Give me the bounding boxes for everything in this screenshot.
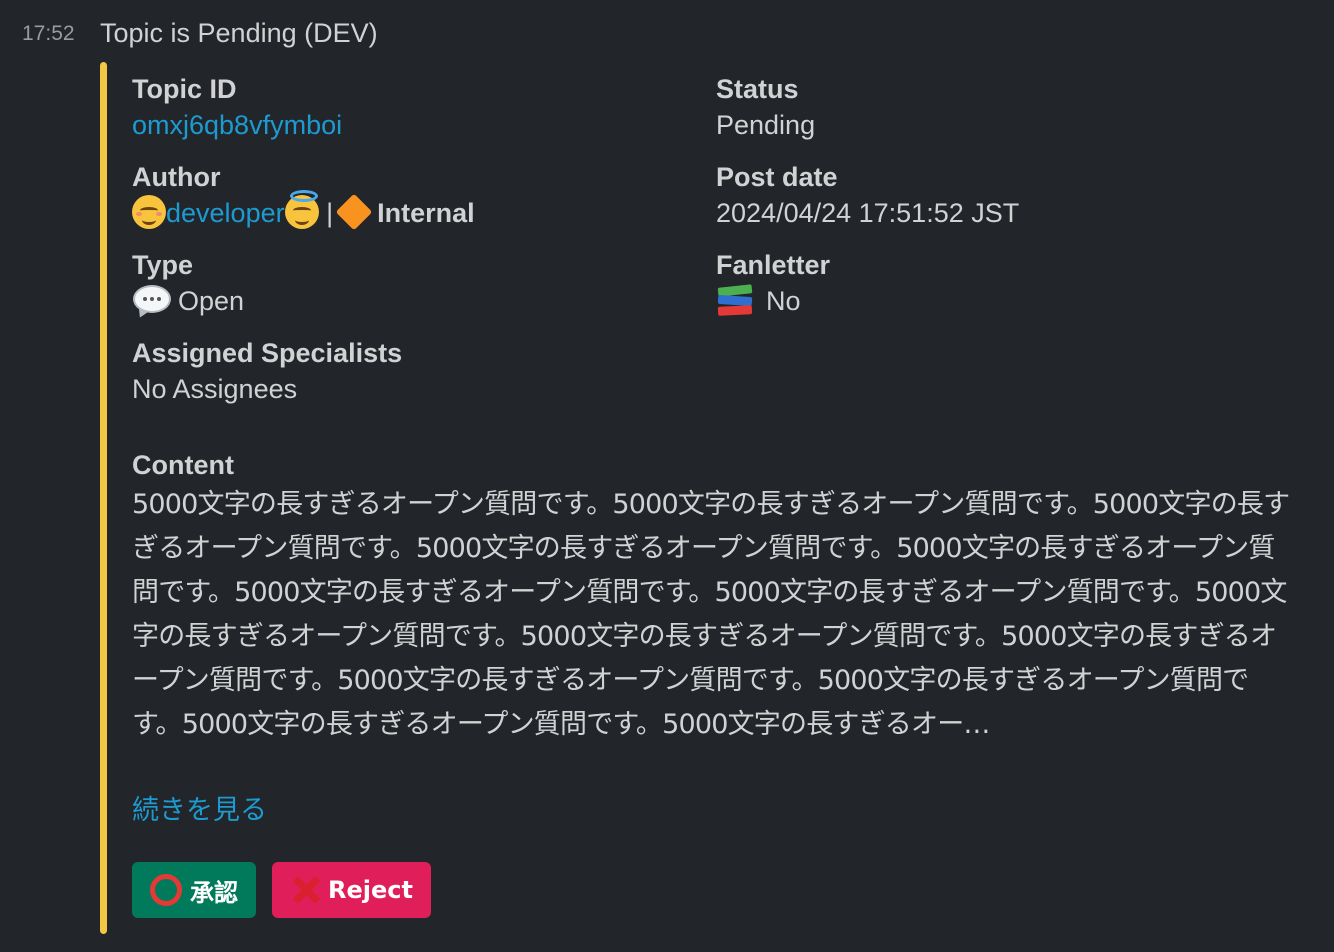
cross-mark-icon: [290, 874, 322, 906]
hollow-red-circle-icon: [150, 874, 182, 906]
field-assigned-specialists: Assigned Specialists No Assignees: [132, 335, 402, 407]
relieved-face-icon: [132, 195, 166, 229]
type-value: Open: [132, 283, 245, 321]
orange-diamond-icon: [335, 193, 373, 231]
reject-button[interactable]: Reject: [272, 862, 431, 918]
see-more-link[interactable]: 続きを見る: [132, 791, 1297, 831]
field-label: Post date: [716, 162, 838, 192]
reject-label: Reject: [328, 876, 413, 904]
fanletter-text: No: [766, 286, 801, 316]
author-link[interactable]: developer: [166, 198, 285, 228]
status-value: Pending: [716, 110, 816, 140]
halo-face-icon: [284, 190, 319, 229]
field-topic-id: Topic ID omxj6qb8vfymboi: [132, 71, 342, 143]
topic-id-link[interactable]: omxj6qb8vfymboi: [132, 107, 342, 143]
field-label: Assigned Specialists: [132, 338, 403, 368]
books-icon: [716, 284, 754, 318]
author-separator: |: [326, 198, 334, 228]
field-label: Fanletter: [716, 250, 831, 280]
field-status: Status Pending: [716, 71, 815, 143]
assigned-value: No Assignees: [132, 374, 298, 404]
field-label: Type: [132, 250, 194, 280]
author-tag: Internal: [377, 198, 475, 228]
content-label: Content: [132, 450, 234, 480]
approve-label: 承認: [190, 878, 238, 907]
content-text: 5000文字の長すぎるオープン質問です。5000文字の長すぎるオープン質問です。…: [132, 489, 1290, 740]
field-label: Status: [716, 74, 799, 104]
type-text: Open: [178, 286, 245, 316]
fanletter-value: No: [716, 283, 830, 319]
content-block: Content 5000文字の長すぎるオープン質問です。5000文字の長すぎるオ…: [132, 447, 1297, 831]
attachment-accent-bar: [100, 62, 107, 934]
message: 17:52 Topic is Pending (DEV) Topic ID om…: [0, 0, 1334, 952]
author-value: developer | Internal: [132, 190, 475, 231]
field-post-date: Post date 2024/04/24 17:51:52 JST: [716, 159, 1019, 231]
action-buttons: 承認 Reject: [132, 862, 431, 918]
field-author: Author developer | Internal: [132, 159, 475, 231]
field-fanletter: Fanletter No: [716, 247, 830, 319]
approve-button[interactable]: 承認: [132, 862, 256, 918]
message-title: Topic is Pending (DEV): [100, 18, 378, 48]
post-date-value: 2024/04/24 17:51:52 JST: [716, 198, 1020, 228]
message-timestamp[interactable]: 17:52: [22, 22, 75, 46]
speech-balloon-icon: [132, 284, 172, 321]
field-type: Type Open: [132, 247, 245, 321]
field-label: Topic ID: [132, 74, 237, 104]
